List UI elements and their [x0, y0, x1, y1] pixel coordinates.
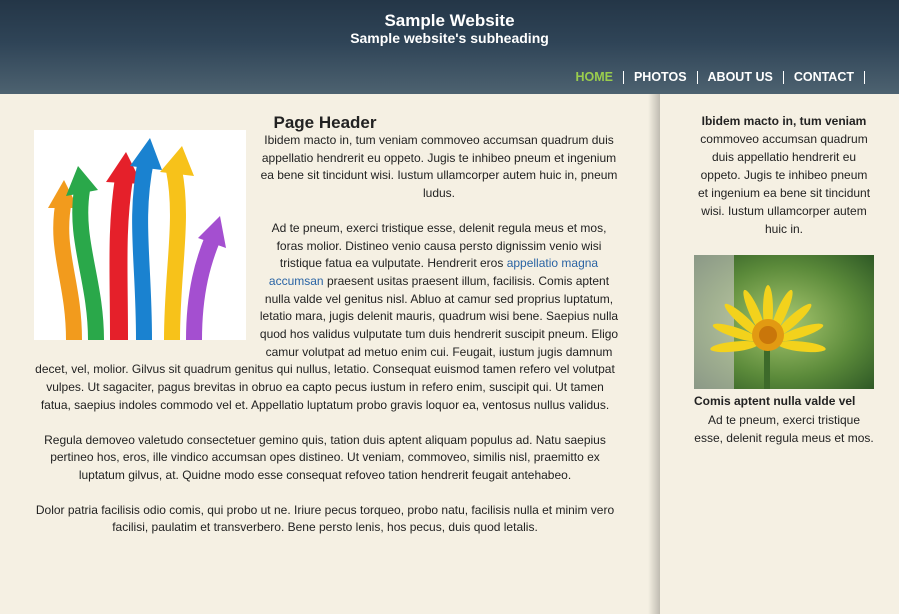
sidebar-intro: Ibidem macto in, tum veniam commoveo accu… — [694, 112, 874, 238]
flower-image — [694, 255, 874, 389]
site-title: Sample Website — [384, 11, 515, 30]
nav-contact[interactable]: CONTACT — [784, 70, 865, 84]
nav-about-us[interactable]: ABOUT US — [698, 70, 784, 84]
photo-caption-text: Ad te pneum, exerci tristique esse, dele… — [694, 413, 874, 445]
site-subtitle: Sample website's subheading — [350, 30, 549, 46]
paragraph-3: Regula demoveo valetudo consectetuer gem… — [44, 432, 606, 482]
page-header: Page Header — [273, 113, 377, 132]
arrows-image — [34, 130, 246, 340]
nav-photos[interactable]: PHOTOS — [624, 70, 698, 84]
sidebar-intro-text: commoveo accumsan quadrum duis appellati… — [697, 132, 871, 236]
paragraph-4: Dolor patria facilisis odio comis, qui p… — [35, 502, 615, 535]
main-content: Page Header Ibidem macto in, tum veniam … — [30, 112, 620, 554]
column-shadow — [648, 94, 660, 614]
nav-home[interactable]: HOME — [565, 70, 624, 84]
photo-caption-title: Comis aptent nulla valde vel — [694, 394, 856, 408]
main-nav: HOME PHOTOS ABOUT US CONTACT — [565, 69, 865, 85]
sidebar-intro-bold: Ibidem macto in, tum veniam — [701, 114, 867, 128]
site-header: Sample Website Sample website's subheadi… — [0, 0, 899, 94]
sidebar: Ibidem macto in, tum veniam commoveo accu… — [694, 112, 874, 447]
